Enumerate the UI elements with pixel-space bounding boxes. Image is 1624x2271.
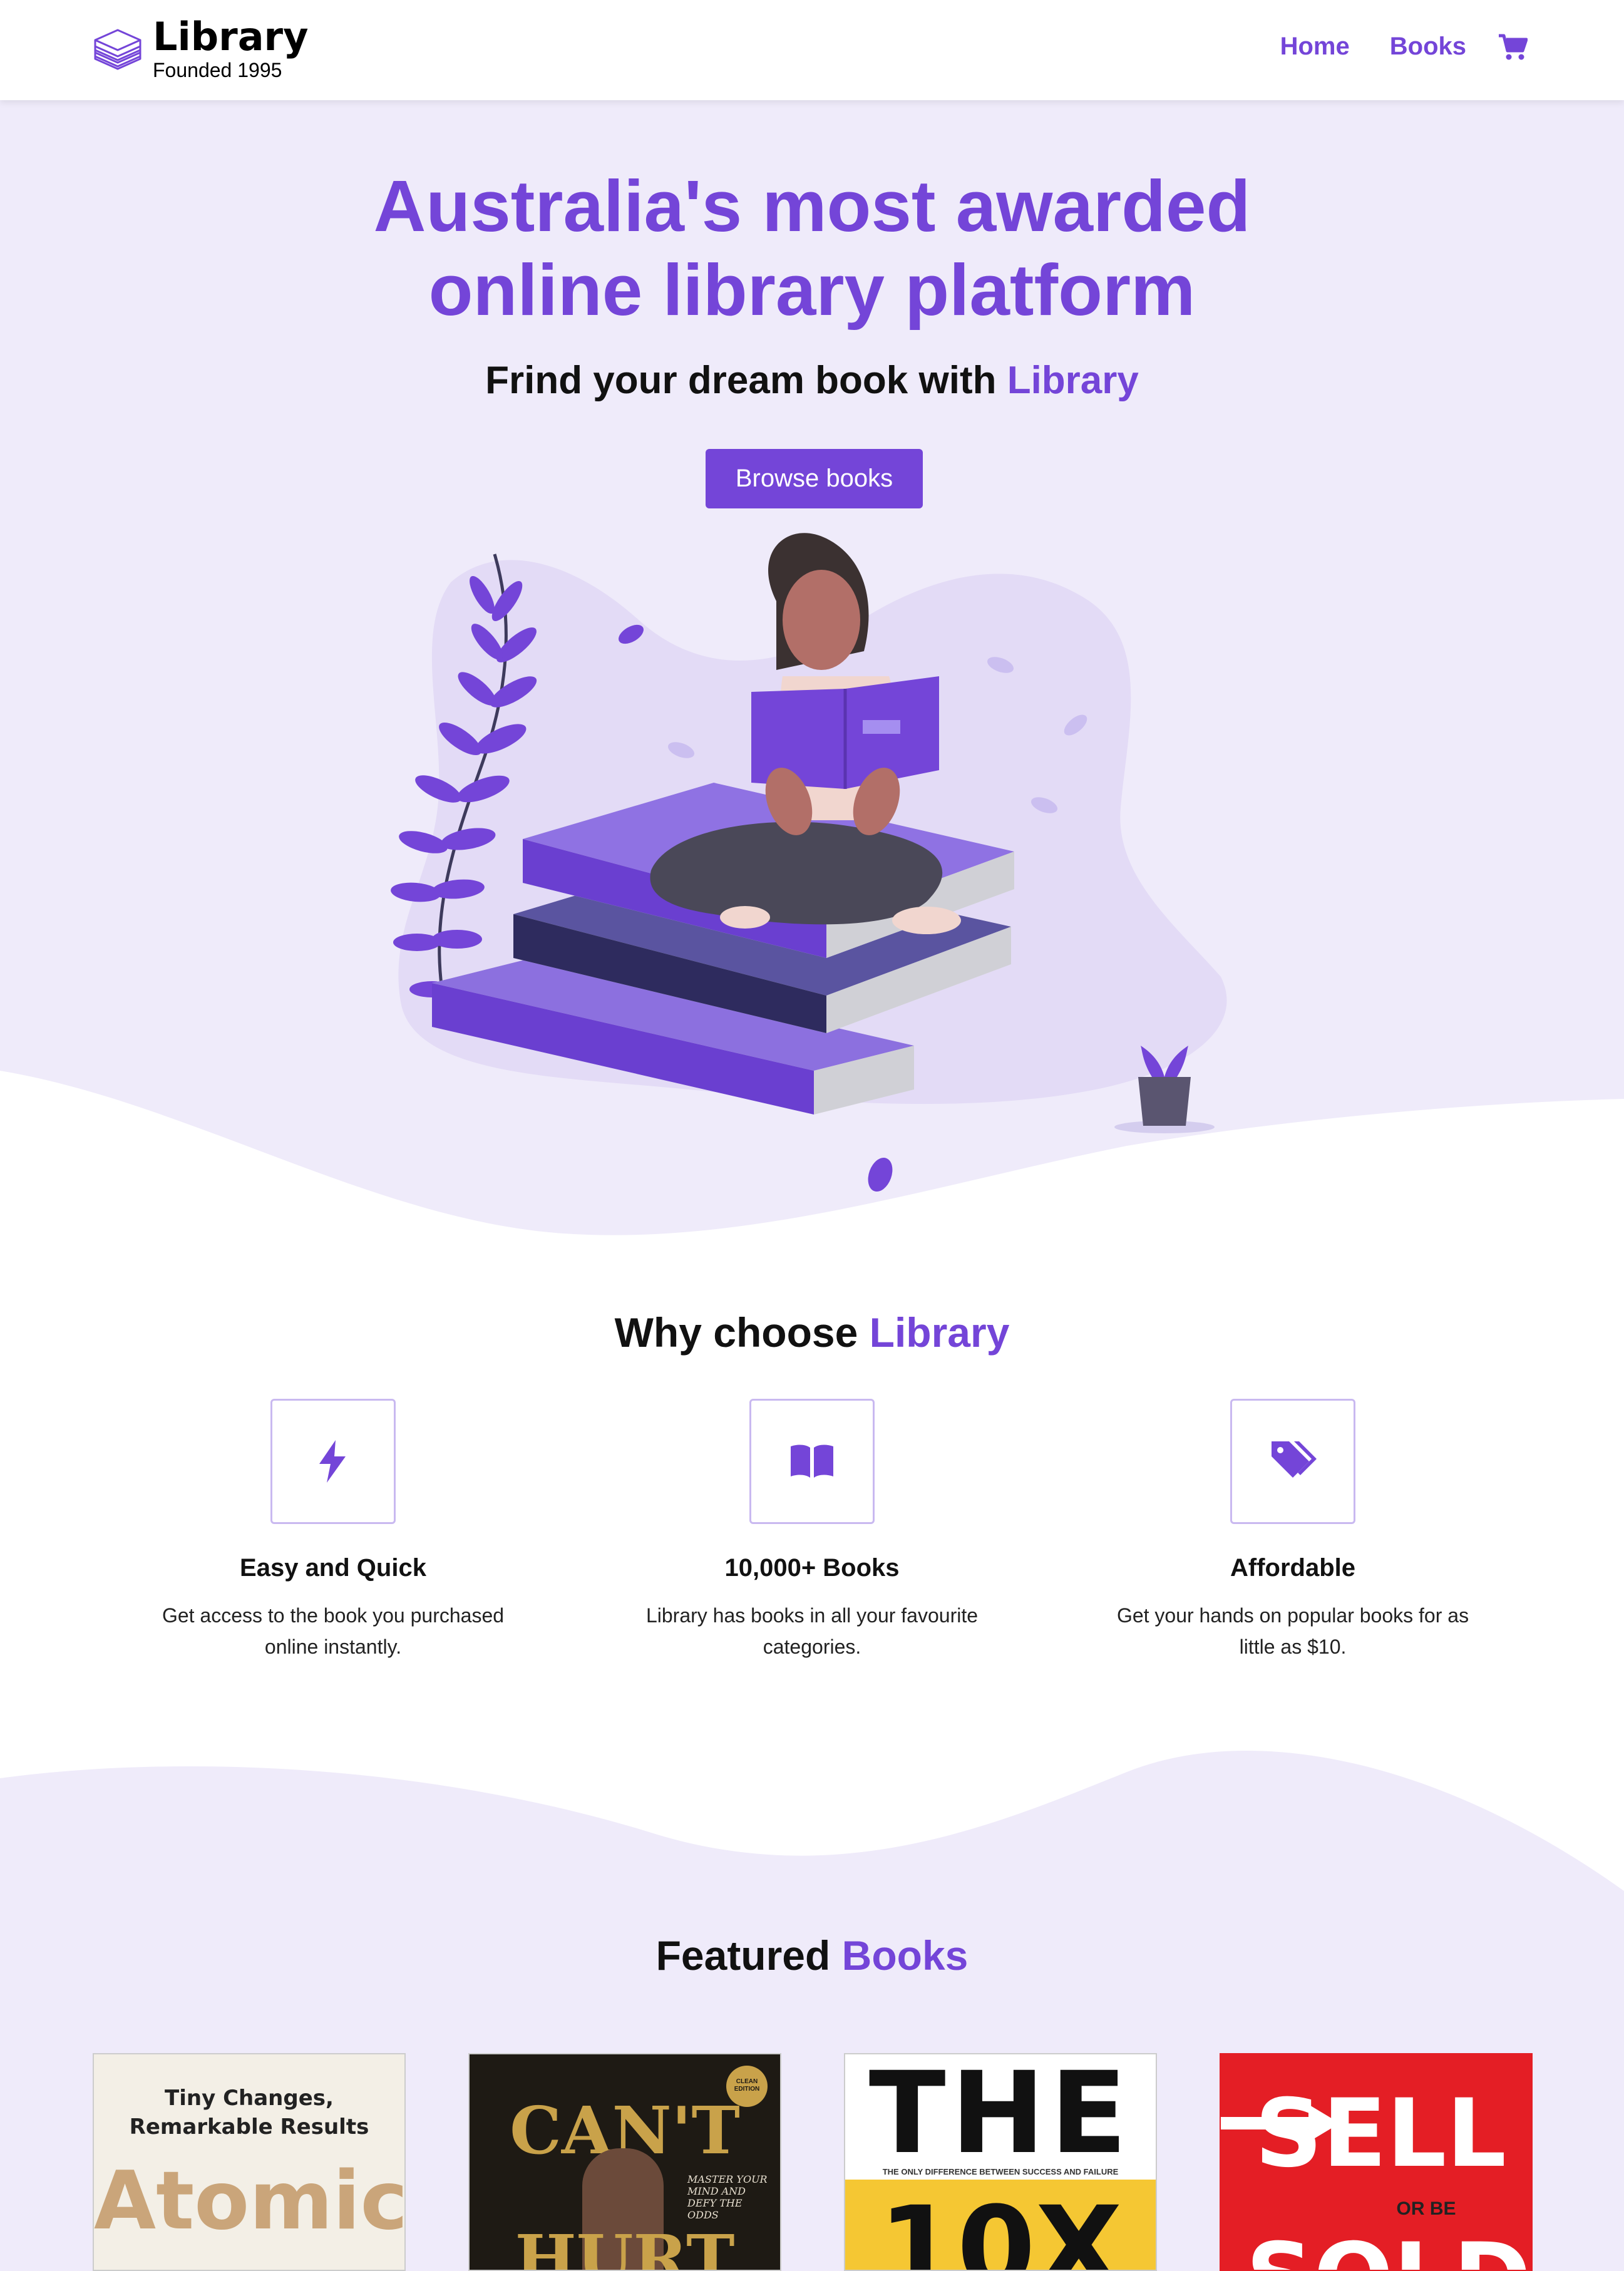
- feature-desc-line: Library has books in all your favourite: [645, 1604, 979, 1627]
- hero-title-line1: Australia's most awarded: [373, 165, 1251, 247]
- book-cover-tagline: Tiny Changes,: [165, 2086, 334, 2111]
- hero-subtitle-text: Frind your dream book with: [485, 359, 1007, 402]
- nav-link-books[interactable]: Books: [1390, 33, 1466, 61]
- feature-desc-line: online instantly.: [264, 1635, 402, 1658]
- feature-icon-box: [270, 1399, 396, 1524]
- featured-book-sell-or-be-sold[interactable]: SELL OR BE SOLD: [1220, 2053, 1533, 2271]
- feature-title: Affordable: [1230, 1554, 1355, 1582]
- book-cover-title-2: HURT: [515, 2220, 735, 2271]
- logo-subtitle: Founded 1995: [153, 59, 282, 81]
- feature-description: Get access to the book you purchased onl…: [145, 1600, 521, 1662]
- hero-title-line2: online library platform: [428, 249, 1196, 331]
- featured-book-atomic-habits[interactable]: Tiny Changes, Remarkable Results Atomic: [93, 2053, 406, 2271]
- hero-title: Australia's most awarded online library …: [0, 164, 1624, 332]
- featured-book-the-10x-rule[interactable]: THE THE ONLY DIFFERENCE BETWEEN SUCCESS …: [844, 2053, 1157, 2271]
- hero-subtitle: Frind your dream book with Library: [0, 358, 1624, 403]
- feature-affordable: Affordable Get your hands on popular boo…: [1105, 1399, 1481, 1662]
- open-book-icon: [791, 1444, 833, 1478]
- book-cover-title-2: SOLD: [1246, 2223, 1531, 2270]
- feature-desc-line: Get your hands on popular books for as: [1116, 1604, 1469, 1627]
- feature-title: 10,000+ Books: [724, 1554, 900, 1582]
- why-choose-title: Why choose Library: [0, 1309, 1624, 1356]
- bolt-icon: [319, 1440, 346, 1483]
- why-choose-title-text: Why choose: [614, 1309, 870, 1356]
- book-cover-title: Atomic: [94, 2155, 406, 2248]
- book-cover-title-2: 10X: [878, 2183, 1123, 2271]
- site-logo[interactable]: Library Founded 1995: [91, 16, 309, 83]
- feature-10000-books: 10,000+ Books Library has books in all y…: [624, 1399, 1000, 1662]
- logo-title: Library: [153, 14, 309, 59]
- feature-icon-box: [749, 1399, 875, 1524]
- book-cover-title: SELL: [1255, 2079, 1506, 2188]
- feature-desc-line: Get access to the book you purchased: [162, 1604, 505, 1627]
- book-cover-tagline: MASTER YOUR MIND AND DEFY THE ODDS: [687, 2173, 768, 2221]
- book-cover-tagline: Remarkable Results: [129, 2114, 369, 2140]
- book-cover-tagline: OR BE: [1396, 2198, 1456, 2219]
- cart-icon[interactable]: [1499, 33, 1528, 61]
- nav-link-home[interactable]: Home: [1280, 33, 1350, 61]
- featured-book-cant-hurt-me[interactable]: CLEAN EDITION CAN'T MASTER YOUR MIND AND…: [468, 2053, 781, 2271]
- feature-description: Library has books in all your favourite …: [624, 1600, 1000, 1662]
- feature-desc-line: little as $10.: [1239, 1635, 1347, 1658]
- browse-books-button[interactable]: Browse books: [706, 449, 923, 508]
- hero-subtitle-accent: Library: [1007, 359, 1139, 402]
- book-cover-tagline: THE ONLY DIFFERENCE BETWEEN SUCCESS AND …: [882, 2167, 1119, 2176]
- feature-easy-and-quick: Easy and Quick Get access to the book yo…: [145, 1399, 521, 1662]
- feature-icon-box: [1230, 1399, 1355, 1524]
- feature-title: Easy and Quick: [240, 1554, 426, 1582]
- tags-icon: [1272, 1441, 1317, 1478]
- stacked-books-logo-icon: [94, 29, 141, 70]
- featured-books-title-accent: Books: [841, 1932, 969, 1979]
- nav-links: Home Books: [1240, 33, 1528, 61]
- reading-woman-illustration: [391, 533, 1227, 1192]
- featured-books-title-text: Featured: [655, 1932, 842, 1979]
- top-navbar: Library Founded 1995 Home Books: [0, 0, 1624, 100]
- book-cover-title: THE: [868, 2053, 1133, 2179]
- featured-books-title: Featured Books: [0, 1932, 1624, 1979]
- feature-description: Get your hands on popular books for as l…: [1105, 1600, 1481, 1662]
- feature-desc-line: categories.: [763, 1635, 861, 1658]
- why-choose-title-accent: Library: [869, 1309, 1010, 1356]
